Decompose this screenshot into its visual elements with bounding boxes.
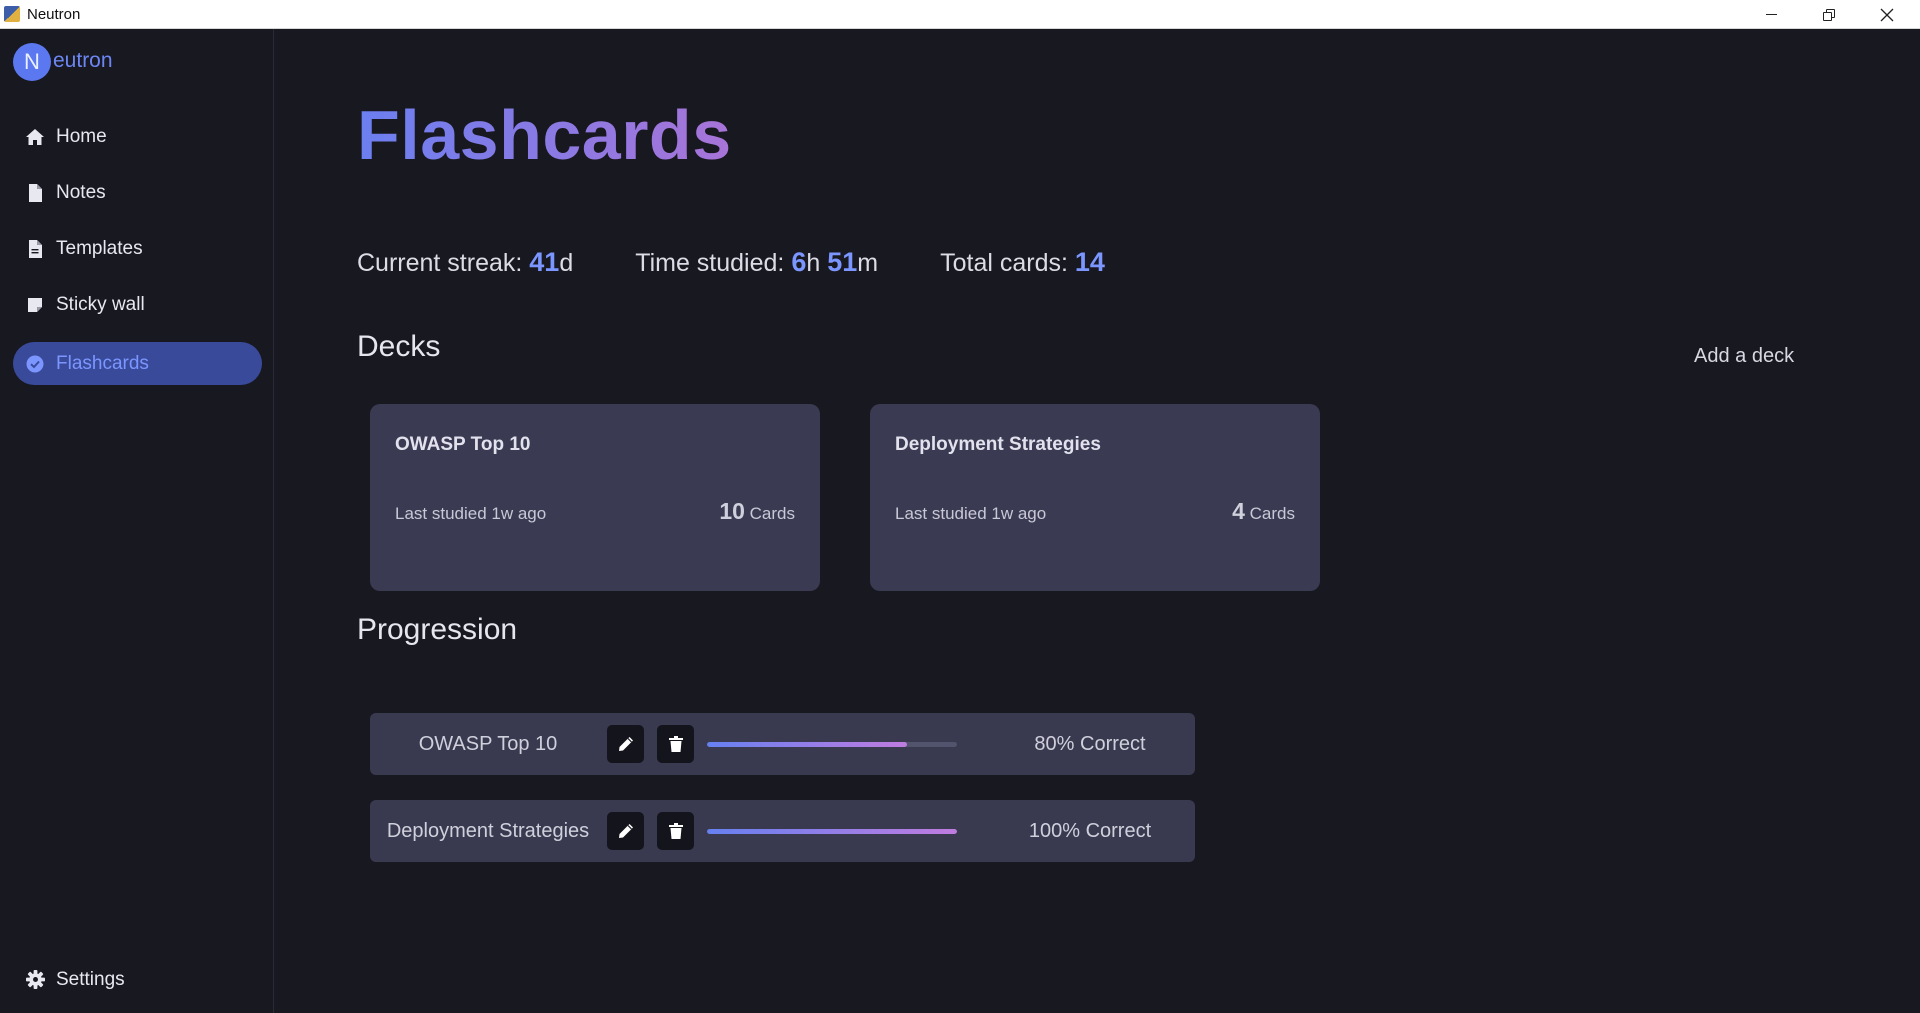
main-content: Flashcards Current streak: 41d Time stud…	[275, 29, 1920, 1013]
pencil-icon	[618, 737, 633, 751]
deck-name: Deployment Strategies	[895, 434, 1101, 455]
progression-row: Deployment Strategies 100% Correct	[370, 800, 1195, 862]
progress-bar	[707, 742, 957, 747]
stat-value: 14	[1074, 247, 1105, 277]
deck-count-unit: Cards	[1244, 504, 1295, 523]
file-lines-icon	[25, 239, 45, 259]
trash-icon	[668, 823, 683, 839]
add-deck-button[interactable]: Add a deck	[1694, 345, 1794, 368]
app-icon	[4, 6, 20, 22]
progression-deck-name: OWASP Top 10	[418, 732, 558, 755]
sidebar-item-label: Home	[56, 125, 107, 147]
delete-button[interactable]	[657, 725, 694, 763]
edit-button[interactable]	[607, 812, 644, 850]
deck-last-studied: Last studied 1w ago	[395, 504, 547, 523]
progression-heading: Progression	[357, 613, 518, 646]
window-title: Neutron	[27, 6, 81, 23]
home-icon	[25, 127, 45, 147]
sidebar-item-flashcards[interactable]: Flashcards	[13, 342, 262, 385]
sidebar-item-templates[interactable]: Templates	[13, 227, 262, 270]
progression-deck-name: Deployment Strategies	[386, 819, 590, 842]
stat-total-cards: Total cards: 14	[940, 247, 1105, 278]
trash-icon	[668, 736, 683, 752]
decks-heading: Decks	[357, 330, 441, 363]
progress-fill	[707, 742, 907, 747]
minimize-button[interactable]	[1742, 0, 1800, 29]
page-title: Flashcards	[357, 96, 732, 174]
edit-button[interactable]	[607, 725, 644, 763]
app-logo[interactable]: N eutron	[13, 43, 113, 81]
deck-last-studied: Last studied 1w ago	[895, 504, 1047, 523]
sidebar: N eutron Home Notes Templates Sticky wal…	[0, 29, 274, 1013]
logo-text: eutron	[53, 49, 113, 72]
deck-card[interactable]: OWASP Top 10 Last studied 1w ago 10 Card…	[370, 404, 820, 591]
sticky-note-icon	[25, 295, 45, 315]
restore-icon	[1823, 8, 1835, 21]
gear-icon	[25, 970, 45, 990]
sidebar-item-settings[interactable]: Settings	[13, 958, 262, 1001]
stat-unit: d	[559, 249, 574, 277]
pencil-icon	[618, 824, 633, 838]
deck-count-number: 4	[1232, 498, 1245, 524]
progress-bar	[707, 829, 957, 834]
deck-count-unit: Cards	[744, 504, 795, 523]
stat-unit: m	[857, 249, 879, 277]
progress-label: 80% Correct	[1034, 732, 1146, 755]
deck-card-count: 4 Cards	[1232, 498, 1295, 525]
window-titlebar: Neutron	[0, 0, 1920, 29]
stat-label: Time studied:	[635, 249, 792, 277]
sidebar-item-label: Sticky wall	[56, 293, 145, 315]
close-icon	[1880, 8, 1894, 21]
deck-name: OWASP Top 10	[395, 434, 531, 455]
progress-fill	[707, 829, 957, 834]
sidebar-item-label: Flashcards	[56, 352, 149, 374]
stat-current-streak: Current streak: 41d	[357, 247, 573, 278]
stat-time-studied: Time studied: 6h 51m	[635, 247, 878, 278]
file-icon	[25, 183, 45, 203]
delete-button[interactable]	[657, 812, 694, 850]
deck-count-number: 10	[719, 498, 745, 524]
deck-card-count: 10 Cards	[719, 498, 795, 525]
sidebar-item-label: Settings	[56, 968, 125, 990]
stat-label: Total cards:	[940, 249, 1075, 277]
stat-label: Current streak:	[357, 249, 530, 277]
restore-button[interactable]	[1800, 0, 1858, 29]
progression-row: OWASP Top 10 80% Correct	[370, 713, 1195, 775]
stat-unit: h	[806, 249, 828, 277]
progress-label: 100% Correct	[1028, 819, 1152, 842]
sidebar-item-notes[interactable]: Notes	[13, 171, 262, 214]
close-button[interactable]	[1858, 0, 1916, 29]
minimize-icon	[1765, 14, 1777, 15]
sidebar-item-label: Templates	[56, 237, 143, 259]
stat-value-minutes: 51	[827, 247, 858, 277]
stats-bar: Current streak: 41d Time studied: 6h 51m…	[357, 247, 1167, 278]
sidebar-item-sticky-wall[interactable]: Sticky wall	[13, 283, 262, 326]
stat-value-hours: 6	[791, 247, 807, 277]
deck-card[interactable]: Deployment Strategies Last studied 1w ag…	[870, 404, 1320, 591]
sidebar-item-label: Notes	[56, 181, 106, 203]
sidebar-item-home[interactable]: Home	[13, 115, 262, 158]
stat-value: 41	[529, 247, 560, 277]
check-circle-icon	[25, 354, 45, 374]
logo-badge: N	[13, 43, 51, 81]
